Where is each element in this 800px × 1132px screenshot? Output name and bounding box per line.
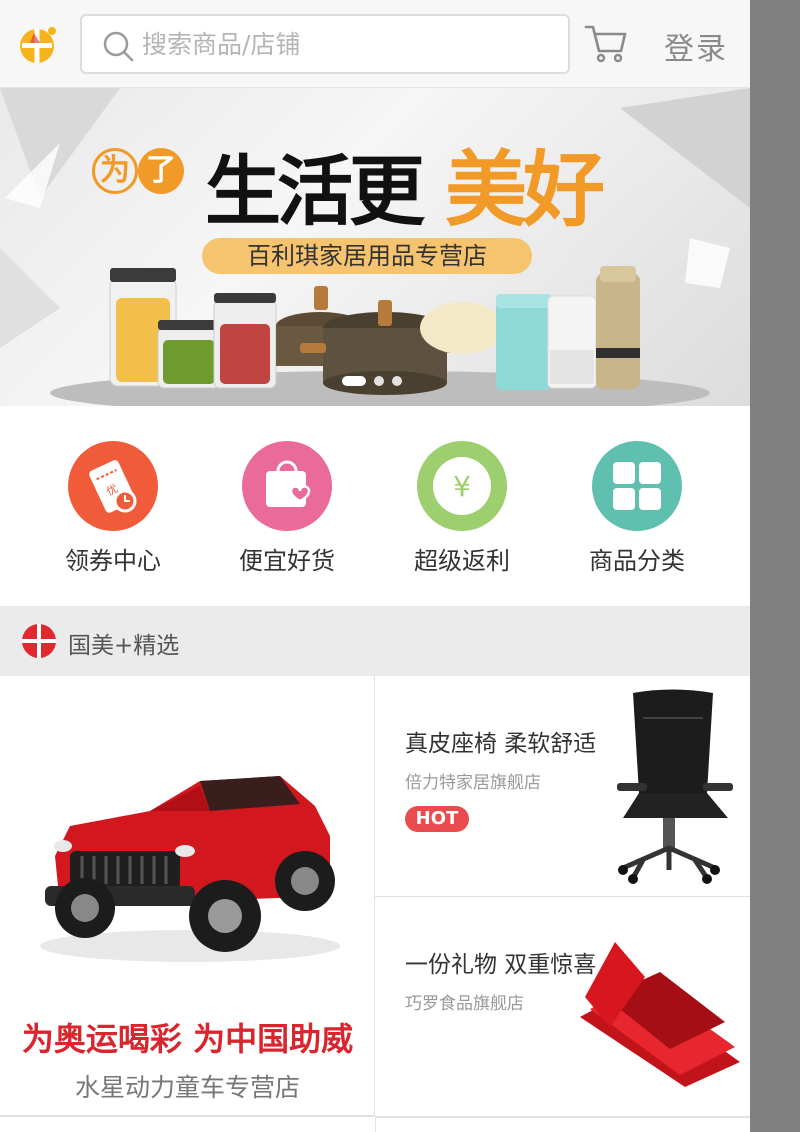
- top-bar: 登录: [0, 0, 750, 88]
- banner-headline-orange: 美好: [445, 142, 605, 238]
- quick-nav-label: 便宜好货: [239, 547, 335, 575]
- shopping-cart-icon[interactable]: [584, 22, 628, 64]
- svg-text:¥: ¥: [453, 470, 471, 503]
- banner-prefix-char-2: 了: [138, 148, 184, 194]
- product-title: 一份礼物 双重惊喜: [405, 952, 597, 978]
- gift-box-image: [580, 942, 740, 1087]
- banner-headline-black: 生活更: [205, 147, 425, 236]
- search-input[interactable]: [142, 16, 562, 72]
- product-title: 真皮座椅 柔软舒适: [405, 731, 597, 757]
- product-store: 巧罗食品旗舰店: [405, 994, 524, 1014]
- featured-product-card[interactable]: 为奥运喝彩 为中国助威 水星动力童车专营店: [0, 676, 375, 1116]
- section-title: 国美+精选: [68, 633, 180, 659]
- search-icon: [103, 31, 134, 62]
- product-store: 倍力特家居旗舰店: [405, 773, 541, 793]
- quick-nav-label: 商品分类: [589, 547, 685, 575]
- featured-store-name: 水星动力童车专营店: [74, 1073, 300, 1102]
- banner-prefix: 为了: [92, 148, 184, 194]
- product-grid: 为奥运喝彩 为中国助威 水星动力童车专营店 真皮座椅 柔软舒适 倍力特家居旗舰店…: [0, 676, 750, 1132]
- promo-banner[interactable]: 为了 生活更 美好 百利琪家居用品专营店: [0, 88, 750, 406]
- gome-plus-icon: [22, 624, 56, 658]
- coupon-icon: 优: [68, 441, 158, 531]
- gome-logo-icon[interactable]: [18, 25, 58, 65]
- product-card-chair[interactable]: 真皮座椅 柔软舒适 倍力特家居旗舰店 HOT: [375, 676, 750, 897]
- leather-chair-image: [617, 689, 733, 884]
- product-card-gift[interactable]: 一份礼物 双重惊喜 巧罗食品旗舰店: [375, 897, 750, 1118]
- quick-nav-super-rebate[interactable]: ¥ 超级返利: [397, 441, 527, 576]
- app-screen: 登录: [0, 0, 750, 1132]
- search-box[interactable]: [80, 14, 570, 74]
- quick-nav-label: 领券中心: [65, 547, 161, 575]
- carousel-dot-2[interactable]: [374, 375, 384, 386]
- banner-prefix-char-1: 为: [92, 148, 138, 194]
- shopping-bag-heart-icon: [242, 441, 332, 531]
- grid-divider: [375, 1117, 376, 1132]
- featured-slogan: 为奥运喝彩 为中国助威: [21, 1020, 354, 1058]
- kids-car-image: [40, 776, 340, 962]
- carousel-indicator: [342, 370, 410, 386]
- category-grid-icon: [592, 441, 682, 531]
- quick-nav: 优 领券中心 便宜好货 ¥ 超级返利 商品分类: [0, 406, 750, 606]
- next-row-divider: [0, 1116, 750, 1132]
- carousel-dot-3[interactable]: [392, 375, 402, 386]
- login-link[interactable]: 登录: [664, 24, 728, 68]
- section-header: 国美+精选: [0, 606, 750, 676]
- banner-store-name: 百利琪家居用品专营店: [202, 238, 532, 274]
- quick-nav-bargains[interactable]: 便宜好货: [222, 441, 352, 576]
- quick-nav-coupon-center[interactable]: 优 领券中心: [48, 441, 178, 576]
- carousel-dot-1[interactable]: [342, 375, 366, 386]
- quick-nav-categories[interactable]: 商品分类: [572, 441, 702, 576]
- yen-rebate-icon: ¥: [417, 441, 507, 531]
- quick-nav-label: 超级返利: [414, 547, 510, 575]
- hot-badge: HOT: [405, 806, 469, 832]
